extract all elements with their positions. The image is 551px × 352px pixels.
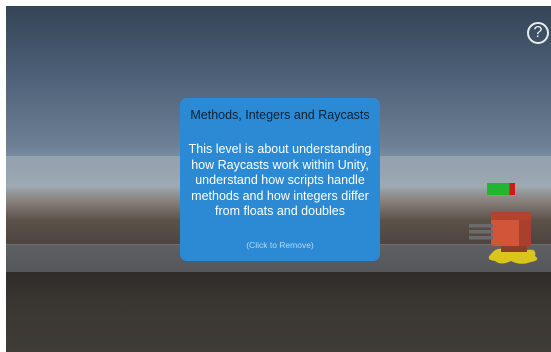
turret-side-shade	[519, 220, 531, 246]
click-to-remove-hint: (Click to Remove)	[246, 240, 314, 250]
level-info-panel[interactable]: Methods, Integers and Raycasts This leve…	[180, 98, 380, 261]
turret-barrel	[469, 236, 493, 240]
turret-top-shade	[491, 212, 531, 220]
panel-title: Methods, Integers and Raycasts	[190, 108, 370, 122]
game-viewport[interactable]: ? Methods, Integers and Raycasts This le…	[6, 6, 551, 352]
health-bar-fill	[487, 183, 510, 195]
help-button[interactable]: ?	[527, 22, 549, 44]
ground-foreground	[6, 272, 551, 352]
turret-barrel	[469, 224, 493, 228]
enemy-turret-graphic	[469, 183, 538, 264]
enemy-turret-group	[461, 176, 551, 266]
turret-barrel	[469, 230, 493, 234]
panel-body-text: This level is about understanding how Ra…	[188, 142, 372, 218]
